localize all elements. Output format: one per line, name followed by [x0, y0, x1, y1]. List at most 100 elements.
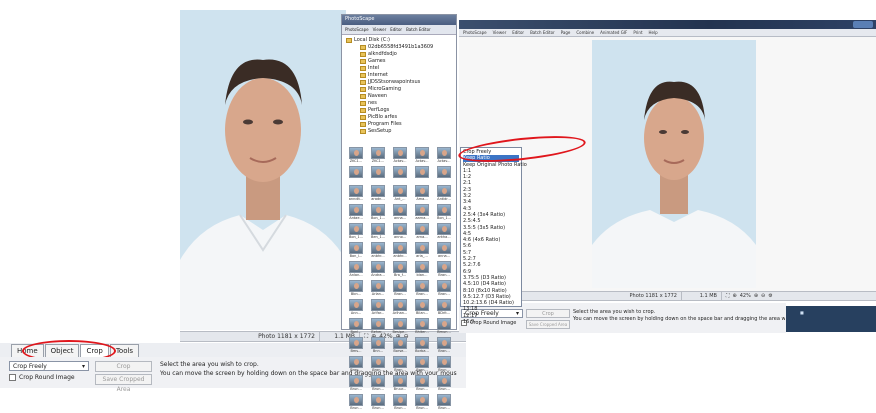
- photo-thumbnail[interactable]: Bms...: [346, 337, 366, 354]
- photo-thumbnail[interactable]: Bran...: [434, 261, 454, 278]
- photo-thumbnail[interactable]: [412, 166, 432, 183]
- photo-thumbnail[interactable]: Ant_...: [390, 185, 410, 202]
- photo-thumbnail[interactable]: Ama...: [412, 185, 432, 202]
- right-crop-button[interactable]: Crop: [526, 309, 570, 318]
- photo-thumbnail[interactable]: [368, 166, 388, 183]
- photo-thumbnail[interactable]: Bnn...: [368, 337, 388, 354]
- folder-tree-item[interactable]: MicroGaming: [346, 86, 452, 93]
- photo-thumbnail[interactable]: Bon_l...: [346, 242, 366, 259]
- toolbar-photoscape[interactable]: PhotoScape: [345, 27, 369, 32]
- photo-thumbnail[interactable]: Arlfar...: [368, 299, 388, 316]
- photo-thumbnail[interactable]: arkha...: [434, 223, 454, 240]
- folder-tree-item[interactable]: JJDSStsonwapointsus: [346, 79, 452, 86]
- menu-item[interactable]: PhotoScape: [463, 30, 487, 35]
- photo-thumbnail[interactable]: Brun...: [434, 356, 454, 373]
- folder-tree-item[interactable]: nes: [346, 100, 452, 107]
- taskbar-notification[interactable]: ■: [786, 306, 876, 332]
- toolbar-editor[interactable]: Editor: [390, 27, 402, 32]
- folder-tree-item[interactable]: PicBlo arfes: [346, 114, 452, 121]
- photo-thumbnail[interactable]: Beher...: [368, 318, 388, 335]
- zoom-out-icon[interactable]: ⊖: [761, 293, 765, 299]
- photo-thumbnail[interactable]: Borba...: [412, 337, 432, 354]
- photo-thumbnail[interactable]: Bon_1...: [346, 223, 366, 240]
- menu-item[interactable]: Combine: [576, 30, 594, 35]
- menu-item[interactable]: Editor: [512, 30, 524, 35]
- right-zoom-level[interactable]: 42%: [740, 293, 751, 299]
- right-photo[interactable]: [592, 40, 756, 288]
- photo-thumbnail[interactable]: Actav...: [434, 147, 454, 164]
- photo-thumbnail[interactable]: Brun...: [368, 375, 388, 392]
- photo-thumbnail[interactable]: aarna...: [412, 204, 432, 221]
- photo-thumbnail[interactable]: Brun...: [368, 394, 388, 411]
- photo-thumbnail[interactable]: Bbn...: [346, 280, 366, 297]
- folder-tree-item[interactable]: Program Files: [346, 121, 452, 128]
- folder-tree-item[interactable]: 02db6558fd3491b1a3609: [346, 44, 452, 51]
- photo-thumbnail[interactable]: Bran...: [434, 280, 454, 297]
- save-cropped-button[interactable]: Save Cropped Area: [95, 374, 152, 393]
- window-controls-icon[interactable]: [853, 21, 873, 28]
- photo-thumbnail[interactable]: anbhr...: [368, 242, 388, 259]
- photo-thumbnail[interactable]: Bra_f...: [390, 261, 410, 278]
- folder-tree-item[interactable]: Games: [346, 58, 452, 65]
- photo-thumbnail[interactable]: Bran...: [412, 356, 432, 373]
- folder-tree-item[interactable]: Naveen: [346, 93, 452, 100]
- fit-icon[interactable]: ⛶: [726, 293, 730, 299]
- photo-thumbnail[interactable]: [346, 166, 366, 183]
- dropdown-option[interactable]: 16:9: [463, 319, 519, 325]
- checkbox-box[interactable]: [9, 374, 16, 381]
- menu-item[interactable]: Help: [649, 30, 658, 35]
- folder-tree-item[interactable]: Local Disk (C:): [346, 37, 452, 44]
- photo-thumbnail[interactable]: anndit...: [346, 185, 366, 202]
- photo-thumbnail[interactable]: bian...: [412, 261, 432, 278]
- menu-item[interactable]: Page: [561, 30, 571, 35]
- right-save-cropped-button[interactable]: Save Cropped Area: [526, 320, 570, 329]
- photo-thumbnail[interactable]: Brun...: [412, 375, 432, 392]
- photo-thumbnail[interactable]: Actav...: [412, 147, 432, 164]
- photo-thumbnail[interactable]: [390, 166, 410, 183]
- photo-thumbnail[interactable]: Arlan...: [368, 280, 388, 297]
- photo-thumbnail[interactable]: Bran...: [434, 337, 454, 354]
- folder-tree-item[interactable]: SesSetup: [346, 128, 452, 135]
- zoom-actual-icon[interactable]: ⊕: [733, 293, 737, 299]
- photo-thumbnail[interactable]: Brun...: [412, 394, 432, 411]
- photo-thumbnail[interactable]: Brun...: [434, 394, 454, 411]
- crop-button[interactable]: Crop: [95, 361, 152, 372]
- zoom-in-icon[interactable]: ⊕: [754, 293, 758, 299]
- photo-thumbnail[interactable]: Bruur...: [390, 375, 410, 392]
- dropdown-option[interactable]: Keep Original Photo Ratio: [463, 162, 527, 168]
- folder-tree-item[interactable]: PerfLogs: [346, 107, 452, 114]
- photo-thumbnail[interactable]: Ben_1...: [368, 223, 388, 240]
- photo-thumbnail[interactable]: Brun...: [346, 394, 366, 411]
- photo-thumbnail[interactable]: Besipe...: [390, 318, 410, 335]
- main-photo[interactable]: [180, 10, 346, 330]
- photo-thumbnail[interactable]: anna...: [434, 242, 454, 259]
- photo-thumbnail[interactable]: Brun...: [346, 375, 366, 392]
- photo-thumbnail[interactable]: [434, 166, 454, 183]
- photo-thumbnail[interactable]: ZKC1...: [368, 147, 388, 164]
- photo-thumbnail[interactable]: Bonl...: [346, 318, 366, 335]
- photo-thumbnail[interactable]: Antae...: [346, 204, 366, 221]
- photo-thumbnail[interactable]: Borse...: [390, 337, 410, 354]
- crop-round-checkbox[interactable]: Crop Round Image: [9, 374, 75, 381]
- photo-thumbnail[interactable]: anna...: [390, 204, 410, 221]
- menu-item[interactable]: Viewer: [493, 30, 507, 35]
- photo-thumbnail[interactable]: anno...: [390, 223, 410, 240]
- menu-item[interactable]: Animated GIF: [600, 30, 627, 35]
- folder-tree-item[interactable]: Internet: [346, 72, 452, 79]
- crop-mode-dropdown[interactable]: Crop Freely ▾: [9, 361, 89, 371]
- photo-thumbnail[interactable]: Bilan...: [412, 299, 432, 316]
- photo-thumbnail[interactable]: Brun...: [390, 394, 410, 411]
- photo-thumbnail[interactable]: Bran...: [346, 356, 366, 373]
- photo-thumbnail[interactable]: Arlhan...: [390, 299, 410, 316]
- photo-thumbnail[interactable]: Andra...: [368, 261, 388, 278]
- folder-tree-item[interactable]: alkndfdsdjo: [346, 51, 452, 58]
- photo-thumbnail[interactable]: Bran...: [390, 356, 410, 373]
- toolbar-viewer[interactable]: Viewer: [373, 27, 387, 32]
- folder-tree-item[interactable]: Intel: [346, 65, 452, 72]
- photo-thumbnail[interactable]: BDrit...: [434, 299, 454, 316]
- menu-item[interactable]: Batch Editor: [530, 30, 555, 35]
- photo-thumbnail[interactable]: ZKC1...: [346, 147, 366, 164]
- toolbar-batch[interactable]: Batch Editor: [406, 27, 431, 32]
- photo-thumbnail[interactable]: Bran...: [412, 280, 432, 297]
- photo-thumbnail[interactable]: Ann...: [346, 299, 366, 316]
